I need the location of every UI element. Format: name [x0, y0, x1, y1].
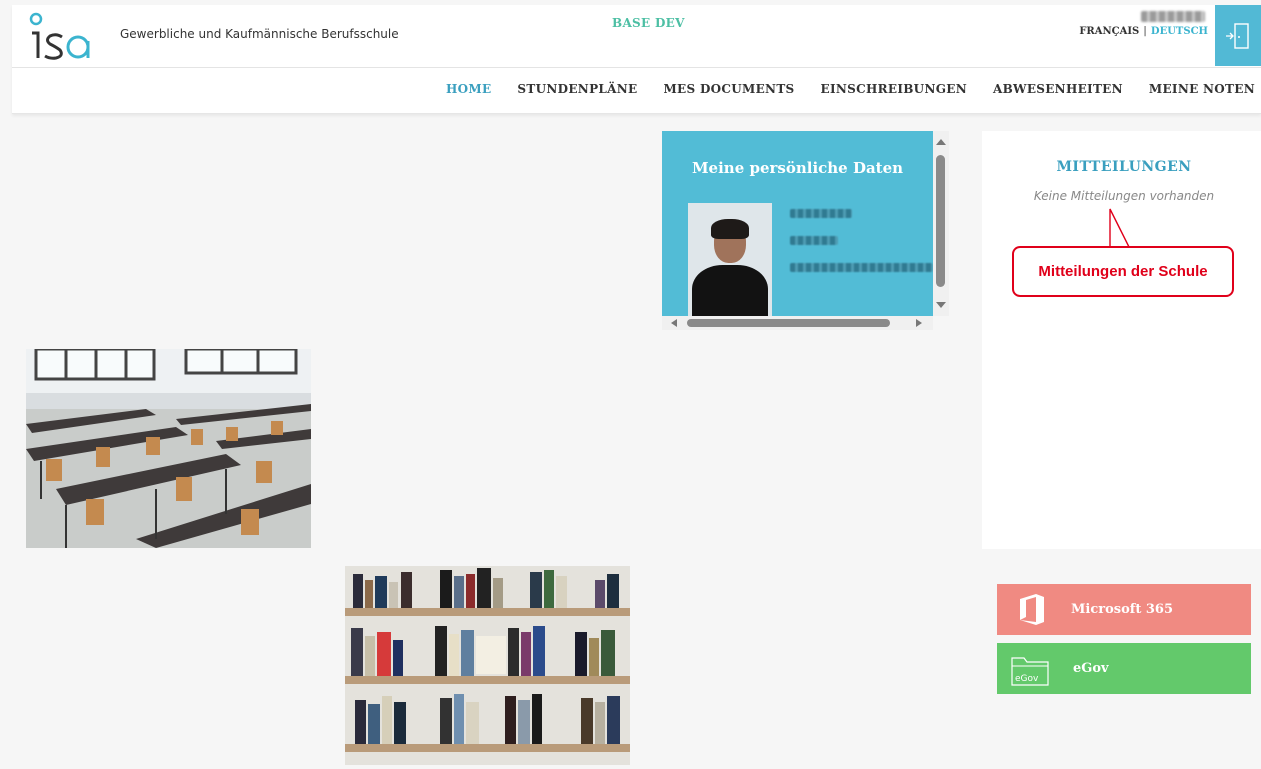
scroll-up-arrow-icon[interactable] — [936, 139, 946, 145]
classroom-image — [26, 349, 311, 548]
logout-button[interactable] — [1215, 5, 1261, 66]
personal-data-title: Meine persönliche Daten — [691, 159, 904, 177]
student-name-blurred — [790, 209, 852, 218]
user-name-blurred — [1141, 11, 1205, 22]
language-de-link[interactable]: DEUTSCH — [1151, 26, 1208, 37]
notices-title: MITTEILUNGEN — [1056, 159, 1192, 175]
egov-tile[interactable]: eGov eGov — [997, 643, 1251, 694]
door-exit-icon — [1226, 22, 1249, 49]
notices-empty-text: Keine Mitteilungen vorhanden — [1033, 189, 1215, 203]
student-photo — [688, 203, 772, 316]
student-email-blurred — [790, 263, 933, 272]
nav-einschreibungen[interactable]: EINSCHREIBUNGEN — [821, 82, 967, 96]
school-name: Gewerbliche und Kaufmännische Berufsschu… — [120, 27, 399, 41]
student-birthdate-blurred — [790, 236, 838, 245]
nav-meine-noten[interactable]: MEINE NOTEN — [1149, 82, 1255, 96]
egov-icon-text: eGov — [1015, 674, 1039, 684]
nav-mes-documents[interactable]: MES DOCUMENTS — [663, 82, 794, 96]
scroll-down-arrow-icon[interactable] — [936, 302, 946, 308]
language-fr-link[interactable]: FRANÇAIS — [1079, 26, 1139, 37]
notices-panel: MITTEILUNGEN Keine Mitteilungen vorhande… — [982, 131, 1261, 549]
scroll-left-arrow-icon[interactable] — [671, 319, 677, 327]
nav-stundenplaene[interactable]: STUNDENPLÄNE — [517, 82, 637, 96]
nav-abwesenheiten[interactable]: ABWESENHEITEN — [993, 82, 1123, 96]
header-divider — [12, 67, 1261, 68]
scroll-right-arrow-icon[interactable] — [916, 319, 922, 327]
environment-label: BASE DEV — [612, 16, 685, 30]
header: Gewerbliche und Kaufmännische Berufsschu… — [12, 5, 1261, 114]
vertical-scroll-thumb[interactable] — [936, 155, 945, 287]
annotation-callout: Mitteilungen der Schule — [1012, 246, 1234, 297]
personal-data-card[interactable]: Meine persönliche Daten — [662, 131, 933, 316]
horizontal-scrollbar[interactable] — [662, 316, 933, 330]
language-separator: | — [1143, 26, 1147, 37]
egov-label: eGov — [1073, 661, 1109, 676]
egov-folder-icon: eGov — [1011, 657, 1049, 686]
isa-logo[interactable] — [26, 11, 96, 63]
language-switcher: FRANÇAIS | DEUTSCH — [1079, 26, 1208, 37]
main-nav: HOME STUNDENPLÄNE MES DOCUMENTS EINSCHRE… — [446, 82, 1255, 96]
callout-pointer — [1109, 208, 1131, 249]
bookshelf-image — [345, 566, 630, 765]
microsoft-365-tile[interactable]: Microsoft 365 — [997, 584, 1251, 635]
nav-home[interactable]: HOME — [446, 82, 491, 96]
office-icon — [1020, 594, 1044, 625]
microsoft-365-label: Microsoft 365 — [1071, 602, 1174, 617]
horizontal-scroll-thumb[interactable] — [687, 319, 890, 327]
vertical-scrollbar[interactable] — [933, 131, 949, 316]
